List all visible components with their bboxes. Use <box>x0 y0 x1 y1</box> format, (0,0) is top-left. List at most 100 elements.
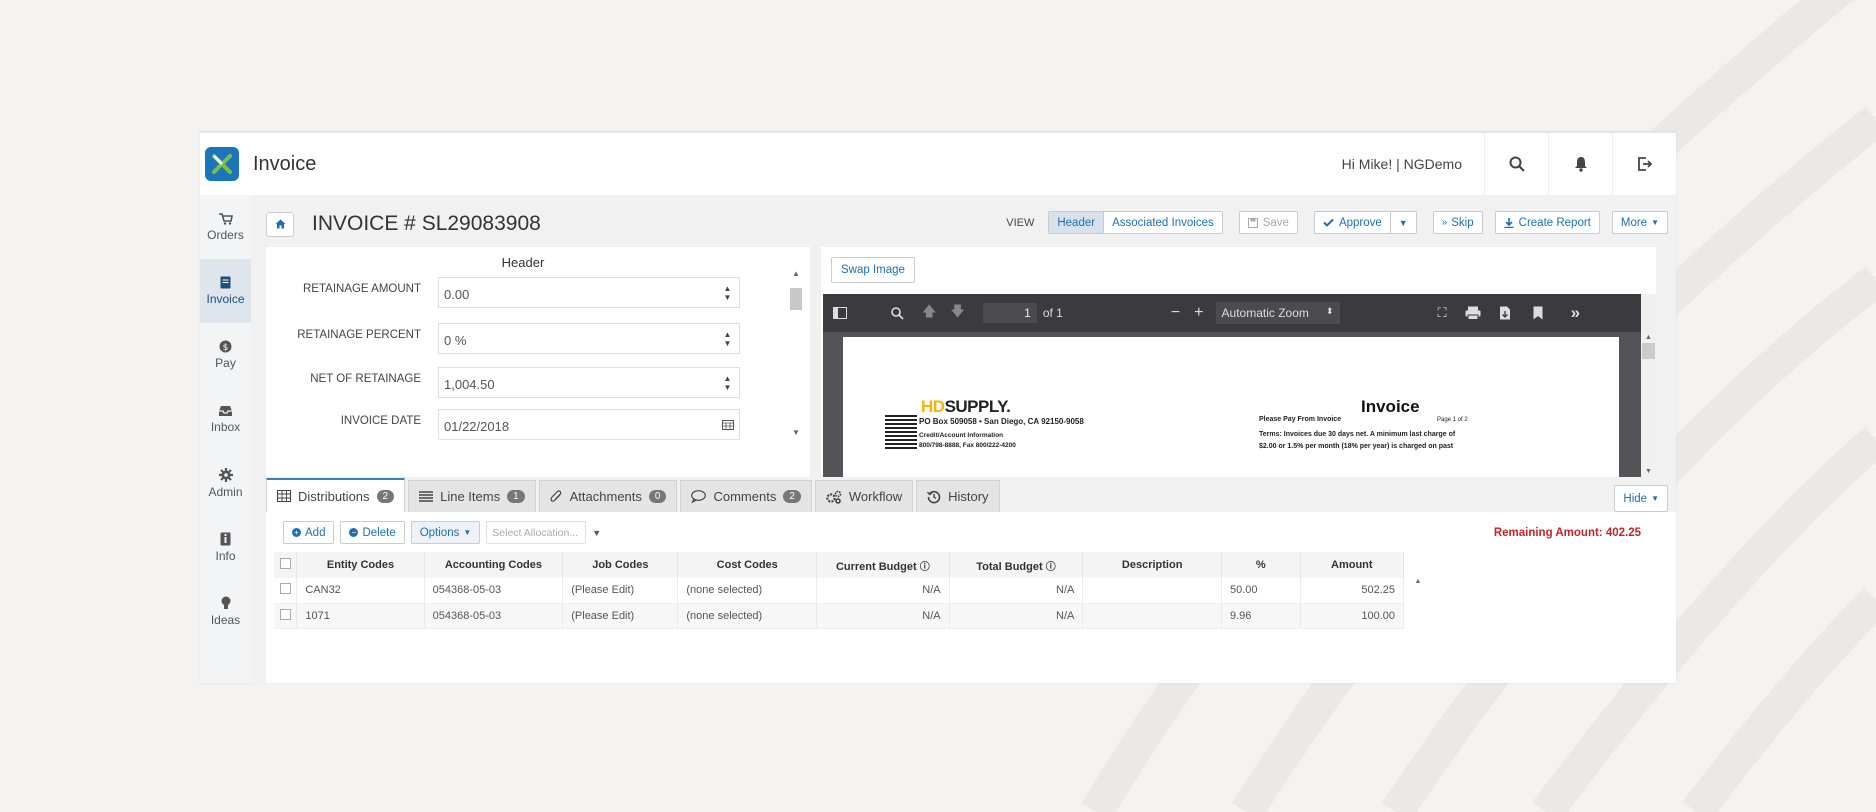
cogs-icon <box>826 490 842 504</box>
amount-cell[interactable]: 502.25 <box>1300 578 1405 604</box>
viewer-scrollbar[interactable]: ▲ ▼ <box>1641 294 1656 477</box>
hide-button[interactable]: Hide ▼ <box>1614 485 1668 512</box>
bell-icon[interactable] <box>1548 133 1612 195</box>
download-icon[interactable] <box>1499 306 1511 320</box>
next-page-icon[interactable]: 🡇 <box>950 301 964 325</box>
app-logo-icon[interactable] <box>205 147 239 181</box>
swap-image-button[interactable]: Swap Image <box>831 257 915 283</box>
accounting-code-cell[interactable]: 054368-05-03 <box>424 603 564 629</box>
zoom-select[interactable]: Automatic Zoom ⬍ <box>1215 302 1340 324</box>
invoice-header-row: INVOICE # SL29083908 VIEW Header Associa… <box>266 209 1668 239</box>
view-header-button[interactable]: Header <box>1048 211 1105 234</box>
column-header[interactable]: Entity Codes <box>296 552 425 578</box>
zoom-in-icon[interactable]: + <box>1194 304 1203 322</box>
search-icon[interactable] <box>1484 133 1548 195</box>
scroll-thumb[interactable] <box>790 288 802 310</box>
invoice-date-input[interactable]: 01/22/2018 <box>438 409 732 440</box>
calendar-button[interactable] <box>716 409 740 440</box>
download-icon <box>1504 217 1514 228</box>
table-scrollbar[interactable]: ▲ <box>1412 578 1424 634</box>
tab-comments[interactable]: Comments 2 <box>680 480 812 512</box>
row-checkbox[interactable] <box>279 583 291 595</box>
nav-admin[interactable]: Admin <box>200 451 251 515</box>
job-code-cell[interactable]: (Please Edit) <box>562 578 679 604</box>
retainage-amount-input[interactable]: 0.00 <box>438 277 732 308</box>
caret-down-icon[interactable]: ▼ <box>592 528 601 538</box>
create-report-button[interactable]: Create Report <box>1494 211 1600 234</box>
add-button[interactable]: + Add <box>283 521 335 544</box>
approve-button[interactable]: Approve <box>1313 211 1391 234</box>
row-checkbox[interactable] <box>279 608 291 620</box>
column-header[interactable]: % <box>1221 552 1301 578</box>
retainage-percent-input[interactable]: 0 % <box>438 323 732 354</box>
description-cell[interactable] <box>1082 603 1222 629</box>
tab-workflow[interactable]: Workflow <box>814 480 914 512</box>
accounting-code-cell[interactable]: 054368-05-03 <box>424 578 564 604</box>
view-associated-invoices-button[interactable]: Associated Invoices <box>1104 211 1223 234</box>
nav-label: Ideas <box>210 612 241 627</box>
previous-page-icon[interactable]: 🡅 <box>922 301 936 325</box>
select-all-checkbox[interactable] <box>279 558 291 569</box>
table-row[interactable]: 1071 054368-05-03 (Please Edit) (none se… <box>274 603 1405 629</box>
number-spinner[interactable]: ▲ ▼ <box>716 323 740 354</box>
nav-pay[interactable]: $ Pay <box>200 323 251 387</box>
column-header[interactable]: Total Budget ⓘ <box>949 552 1084 578</box>
column-header[interactable]: Current Budget ⓘ <box>816 552 950 578</box>
find-icon[interactable] <box>891 306 904 320</box>
column-header[interactable]: Amount <box>1300 552 1405 578</box>
field-label: NET OF RETAINAGE <box>310 373 421 385</box>
tab-attachments[interactable]: Attachments 0 <box>538 480 678 512</box>
tab-line-items[interactable]: Line Items 1 <box>408 480 536 512</box>
print-icon[interactable] <box>1465 306 1481 320</box>
description-cell[interactable] <box>1082 578 1222 604</box>
tools-icon[interactable]: » <box>1571 303 1580 323</box>
logout-icon[interactable] <box>1612 133 1676 195</box>
page-number-input[interactable]: 1 <box>982 303 1037 323</box>
column-header[interactable]: Description <box>1082 552 1222 578</box>
table-row[interactable]: CAN32 054368-05-03 (Please Edit) (none s… <box>274 578 1405 604</box>
form-scrollbar[interactable]: ▲ ▼ <box>789 269 803 437</box>
nav-inbox[interactable]: Inbox <box>200 387 251 451</box>
home-button[interactable] <box>266 211 294 237</box>
dollar-icon: $ <box>219 340 232 353</box>
column-header[interactable]: Accounting Codes <box>424 552 564 578</box>
tab-history[interactable]: History <box>916 480 1000 512</box>
percent-cell[interactable]: 9.96 <box>1221 603 1301 629</box>
percent-cell[interactable]: 50.00 <box>1221 578 1301 604</box>
column-header[interactable]: Job Codes <box>562 552 679 578</box>
column-header[interactable]: Cost Codes <box>677 552 818 578</box>
job-code-cell[interactable]: (Please Edit) <box>562 603 679 629</box>
save-button[interactable]: Save <box>1238 211 1298 234</box>
delete-button[interactable]: − Delete <box>340 521 405 544</box>
invoice-date-row: INVOICE DATE 01/22/2018 <box>266 409 776 441</box>
net-of-retainage-input[interactable]: 1,004.50 <box>438 367 732 398</box>
delete-label: Delete <box>362 526 396 539</box>
number-spinner[interactable]: ▲ ▼ <box>716 277 740 308</box>
cost-code-cell[interactable]: (none selected) <box>677 578 818 604</box>
nav-ideas[interactable]: Ideas <box>200 579 251 643</box>
user-greeting[interactable]: Hi Mike! | NGDemo <box>1342 156 1484 172</box>
number-spinner[interactable]: ▲ ▼ <box>716 367 740 398</box>
history-icon <box>927 490 941 503</box>
cost-code-cell[interactable]: (none selected) <box>677 603 818 629</box>
nav-label: Inbox <box>210 419 241 434</box>
net-of-retainage-row: NET OF RETAINAGE 1,004.50 ▲ ▼ <box>266 367 776 399</box>
allocation-select[interactable]: Select Allocation... <box>486 521 587 544</box>
tab-distributions[interactable]: Distributions 2 <box>266 478 406 512</box>
scroll-thumb[interactable] <box>1642 343 1655 359</box>
options-button[interactable]: Options ▼ <box>410 521 481 544</box>
more-button[interactable]: More ▼ <box>1611 211 1668 234</box>
fullscreen-icon[interactable]: ⛶ <box>1438 305 1447 321</box>
bookmark-icon[interactable] <box>1533 306 1543 320</box>
skip-button[interactable]: » Skip <box>1432 211 1483 234</box>
zoom-out-icon[interactable]: − <box>1171 304 1180 322</box>
amount-cell[interactable]: 100.00 <box>1300 603 1405 629</box>
sidebar-toggle-icon[interactable] <box>833 307 847 319</box>
entity-code-cell[interactable]: 1071 <box>296 603 425 629</box>
tab-label: Attachments <box>569 489 642 504</box>
nav-orders[interactable]: Orders <box>200 195 251 259</box>
approve-dropdown-button[interactable]: ▼ <box>1390 211 1417 234</box>
nav-invoice[interactable]: Invoice <box>200 259 251 323</box>
entity-code-cell[interactable]: CAN32 <box>296 578 425 604</box>
nav-info[interactable]: Info <box>200 515 251 579</box>
